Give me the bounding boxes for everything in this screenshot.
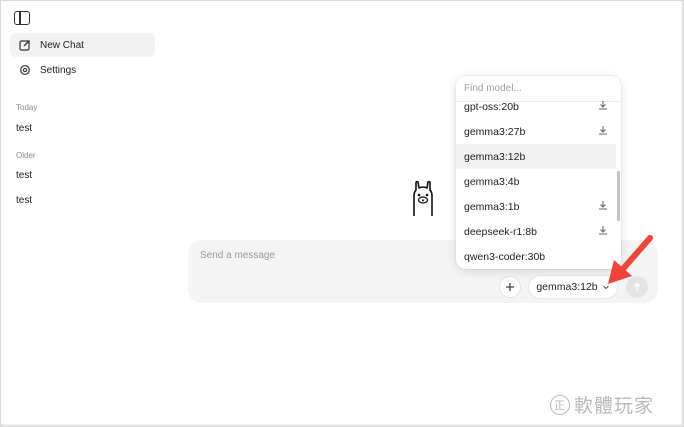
model-option-gemma3-12b[interactable]: gemma3:12b [456,144,616,169]
plus-icon [506,283,514,291]
model-dropdown: gpt-oss:20b gemma3:27b gemma3:12b gemma3… [456,76,621,269]
dropdown-scrollbar[interactable] [617,171,620,221]
chat-item[interactable]: test [16,170,32,181]
model-option-label: qwen3-coder:30b [464,250,546,263]
watermark-text: 軟體玩家 [574,395,655,417]
settings-button[interactable]: Settings [10,58,155,82]
gear-icon [14,64,36,76]
model-option-label: gemma3:4b [464,175,520,188]
model-option-label: gemma3:27b [464,125,526,138]
selected-model-label: gemma3:12b [536,281,598,293]
model-option-qwen3-coder-30b[interactable]: qwen3-coder:30b [456,244,616,269]
section-label-today: Today [16,103,38,112]
model-option-deepseek-r1-8b[interactable]: deepseek-r1:8b [456,219,616,244]
model-option-label: deepseek-r1:8b [464,225,537,238]
attach-button[interactable] [499,276,521,298]
compose-icon [14,39,36,51]
model-option-label: gemma3:12b [464,150,526,163]
download-icon[interactable] [598,125,608,138]
download-icon[interactable] [598,200,608,213]
model-option-label: gemma3:1b [464,200,520,213]
new-chat-button[interactable]: New Chat [10,33,155,57]
download-icon[interactable] [598,100,608,113]
chat-item[interactable]: test [16,123,32,134]
sidebar-toggle-icon[interactable] [14,11,30,25]
annotation-arrow-icon [600,232,660,292]
model-option-gemma3-27b[interactable]: gemma3:27b [456,119,616,144]
settings-label: Settings [40,64,77,76]
model-option-gpt-oss-20b[interactable]: gpt-oss:20b [456,94,616,119]
model-option-label: gpt-oss:20b [464,100,519,113]
chat-item[interactable]: test [16,195,32,206]
watermark: 正 軟體玩家 [550,391,654,418]
llama-logo-icon [408,180,438,218]
section-label-older: Older [16,151,36,160]
model-option-gemma3-1b[interactable]: gemma3:1b [456,194,616,219]
new-chat-label: New Chat [40,39,84,51]
watermark-badge: 正 [550,394,570,415]
message-input[interactable] [200,250,500,261]
model-option-gemma3-4b[interactable]: gemma3:4b [456,169,616,194]
